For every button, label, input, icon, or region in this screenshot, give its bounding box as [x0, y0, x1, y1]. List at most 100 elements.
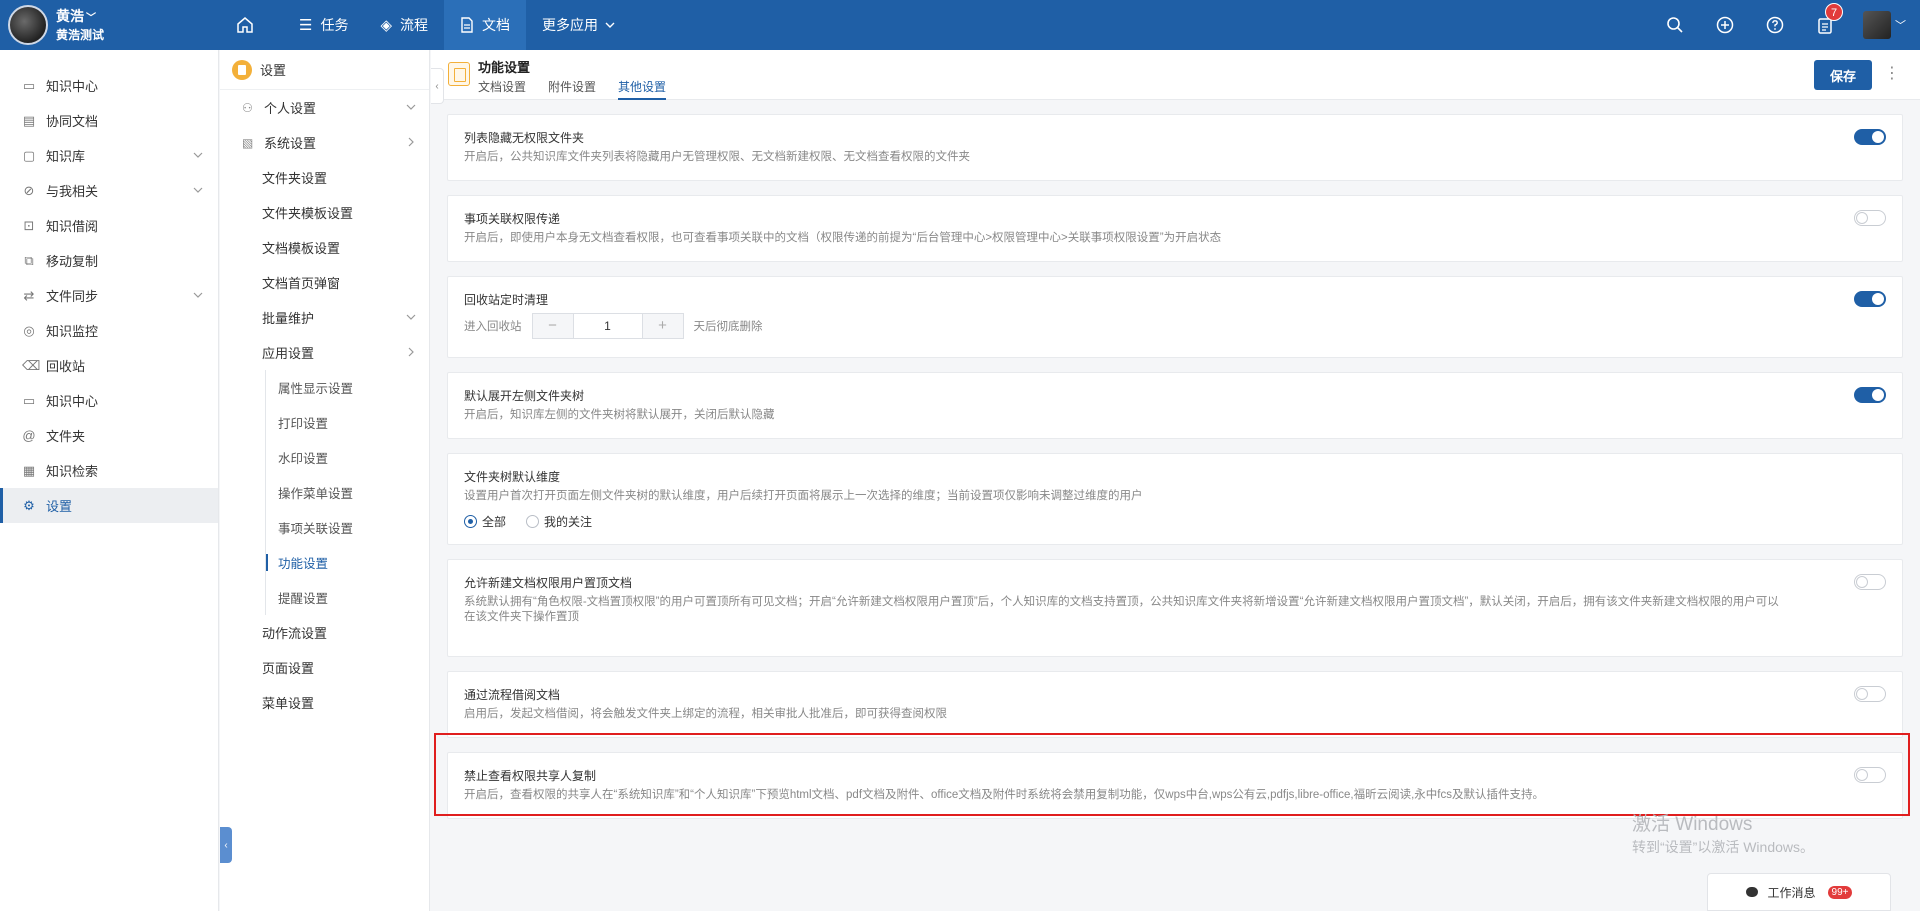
- settings-item-menu[interactable]: 菜单设置: [220, 685, 429, 720]
- chevron-right-icon: [405, 346, 417, 361]
- search-icon: [1667, 17, 1683, 33]
- chevron-right-icon: [405, 136, 417, 151]
- notifications-button[interactable]: 7: [1813, 3, 1843, 37]
- setting-description: 开启后，查看权限的共享人在“系统知识库”和“个人知识库”下预览html文档、pd…: [464, 789, 1545, 801]
- sidebar-item-knowledge-center[interactable]: ▭ 知识中心: [0, 68, 218, 103]
- sidebar-item-monitor[interactable]: ◎ 知识监控: [0, 313, 218, 348]
- setting-toggle[interactable]: [1854, 129, 1886, 145]
- save-button[interactable]: 保存: [1814, 60, 1872, 90]
- sidebar-item-label: 知识中心: [46, 79, 99, 94]
- setting-toggle[interactable]: [1854, 291, 1886, 307]
- setting-description: 开启后，公共知识库文件夹列表将隐藏用户无管理权限、无文档新建权限、无文档查看权限…: [464, 151, 970, 163]
- chevron-down-icon: [605, 22, 615, 28]
- settings-item-system[interactable]: ▧ 系统设置: [220, 125, 429, 160]
- tab-other-settings[interactable]: 其他设置: [618, 78, 667, 100]
- settings-item-doc-template[interactable]: 文档模板设置: [220, 230, 429, 265]
- nav-documents-label: 文档: [482, 17, 510, 33]
- borrow-icon: ⊡: [23, 217, 35, 233]
- settings-item-folder[interactable]: 文件夹设置: [220, 160, 429, 195]
- setting-toggle[interactable]: [1854, 686, 1886, 702]
- sidebar-item-settings[interactable]: ⚙ 设置: [0, 488, 218, 523]
- settings-item-attribute-display[interactable]: 属性显示设置: [220, 370, 429, 405]
- work-messages-button[interactable]: 工作消息 99+: [1707, 873, 1891, 911]
- sidebar-item-folder[interactable]: @ 文件夹: [0, 418, 218, 453]
- collapse-sidebar-button[interactable]: ‹: [220, 827, 232, 863]
- settings-item-related-items[interactable]: 事项关联设置: [220, 510, 429, 545]
- radio-button-checked[interactable]: [464, 515, 477, 528]
- settings-item-action-menu[interactable]: 操作菜单设置: [220, 475, 429, 510]
- sidebar-item-knowledge-center-2[interactable]: ▭ 知识中心: [0, 383, 218, 418]
- radio-all[interactable]: 全部: [464, 513, 506, 530]
- sidebar-item-related-to-me[interactable]: ⊘ 与我相关: [0, 173, 218, 208]
- monitor-icon: ◎: [23, 322, 35, 338]
- add-button[interactable]: [1713, 13, 1737, 37]
- radio-my-follows[interactable]: 我的关注: [526, 513, 592, 530]
- collapse-settings-nav-button[interactable]: ‹: [431, 68, 444, 104]
- nav-tasks-label: 任务: [320, 17, 349, 33]
- radio-label: 我的关注: [544, 515, 593, 529]
- settings-item-function[interactable]: 功能设置: [220, 545, 429, 580]
- settings-item-label: 文件夹设置: [262, 171, 328, 186]
- sync-icon: ⇄: [23, 287, 35, 303]
- user-info[interactable]: 黄浩 ﹀ 黄浩测试: [56, 8, 104, 43]
- setting-toggle[interactable]: [1854, 387, 1886, 403]
- sidebar-item-collab-docs[interactable]: ▤ 协同文档: [0, 103, 218, 138]
- setting-borrow-via-workflow: 通过流程借阅文档 启用后，发起文档借阅，将会触发文件夹上绑定的流程，相关审批人批…: [447, 671, 1903, 738]
- radio-label: 全部: [482, 515, 507, 529]
- sidebar-item-label: 知识检索: [46, 464, 99, 479]
- settings-item-label: 文件夹模板设置: [262, 206, 354, 221]
- home-button[interactable]: [225, 0, 265, 50]
- settings-item-personal[interactable]: ⚇ 个人设置: [220, 90, 429, 125]
- settings-item-reminder[interactable]: 提醒设置: [220, 580, 429, 615]
- sidebar-item-search[interactable]: ▦ 知识检索: [0, 453, 218, 488]
- settings-item-action-flow[interactable]: 动作流设置: [220, 615, 429, 650]
- sidebar-item-knowledge-base[interactable]: ▢ 知识库: [0, 138, 218, 173]
- sidebar-item-move-copy[interactable]: ⧉ 移动复制: [0, 243, 218, 278]
- sidebar-item-label: 知识中心: [46, 394, 99, 409]
- chevron-down-icon[interactable]: ﹀: [1895, 17, 1906, 33]
- top-user-avatar[interactable]: [1863, 11, 1891, 39]
- sidebar-item-recycle-bin[interactable]: ⌫ 回收站: [0, 348, 218, 383]
- nav-more-apps[interactable]: 更多应用: [526, 0, 632, 50]
- days-input[interactable]: [572, 314, 643, 338]
- sidebar-item-borrow[interactable]: ⊡ 知识借阅: [0, 208, 218, 243]
- list-icon: ☰: [299, 17, 313, 34]
- user-avatar[interactable]: [8, 5, 48, 45]
- decrement-button[interactable]: −: [532, 314, 573, 338]
- settings-item-label: 文档模板设置: [262, 241, 341, 256]
- user-name: 黄浩: [56, 7, 84, 24]
- user-menu[interactable]: 黄浩 ﹀ 黄浩测试: [8, 5, 104, 45]
- document-icon: [461, 17, 473, 33]
- increment-button[interactable]: +: [642, 314, 683, 338]
- sidebar-item-file-sync[interactable]: ⇄ 文件同步: [0, 278, 218, 313]
- settings-item-label: 打印设置: [278, 417, 329, 431]
- settings-item-print[interactable]: 打印设置: [220, 405, 429, 440]
- settings-item-page[interactable]: 页面设置: [220, 650, 429, 685]
- sidebar-item-label: 知识监控: [46, 324, 99, 339]
- windows-activation-watermark: 激活 Windows 转到“设置”以激活 Windows。: [1632, 814, 1814, 858]
- tab-document-settings[interactable]: 文档设置: [478, 78, 526, 100]
- settings-item-watermark[interactable]: 水印设置: [220, 440, 429, 475]
- chevron-down-icon: [192, 149, 204, 164]
- more-options-icon[interactable]: ⋮: [1884, 63, 1900, 87]
- settings-item-folder-template[interactable]: 文件夹模板设置: [220, 195, 429, 230]
- grid-icon: ▦: [22, 462, 36, 478]
- help-button[interactable]: [1763, 13, 1787, 37]
- left-sidebar: ▭ 知识中心 ▤ 协同文档 ▢ 知识库 ⊘ 与我相关 ⊡ 知识借阅 ⧉ 移动复制 ⇄ 文件同步…: [0, 50, 219, 911]
- setting-toggle[interactable]: [1854, 767, 1886, 783]
- settings-item-label: 提醒设置: [278, 592, 329, 606]
- nav-documents[interactable]: 文档: [444, 0, 526, 50]
- radio-button[interactable]: [526, 515, 540, 528]
- tab-attachment-settings[interactable]: 附件设置: [548, 78, 596, 100]
- settings-item-home-popup[interactable]: 文档首页弹窗: [220, 265, 429, 300]
- settings-item-batch[interactable]: 批量维护: [220, 300, 429, 335]
- nav-tasks[interactable]: ☰ 任务: [283, 0, 364, 50]
- settings-sidebar: 设置 ⚇ 个人设置 ▧ 系统设置 文件夹设置 文件夹模板设置 文档模板设置 文档首页…: [220, 50, 430, 911]
- search-button[interactable]: [1663, 13, 1687, 37]
- settings-item-app[interactable]: 应用设置: [220, 335, 429, 370]
- sidebar-item-label: 知识库: [46, 149, 86, 164]
- setting-toggle[interactable]: [1854, 210, 1886, 226]
- setting-description: 系统默认拥有“角色权限-文档置顶权限”的用户可置顶所有可见文档；开启“允许新建文…: [464, 596, 1779, 623]
- setting-toggle[interactable]: [1854, 574, 1886, 590]
- nav-workflow[interactable]: ◈ 流程: [364, 0, 444, 50]
